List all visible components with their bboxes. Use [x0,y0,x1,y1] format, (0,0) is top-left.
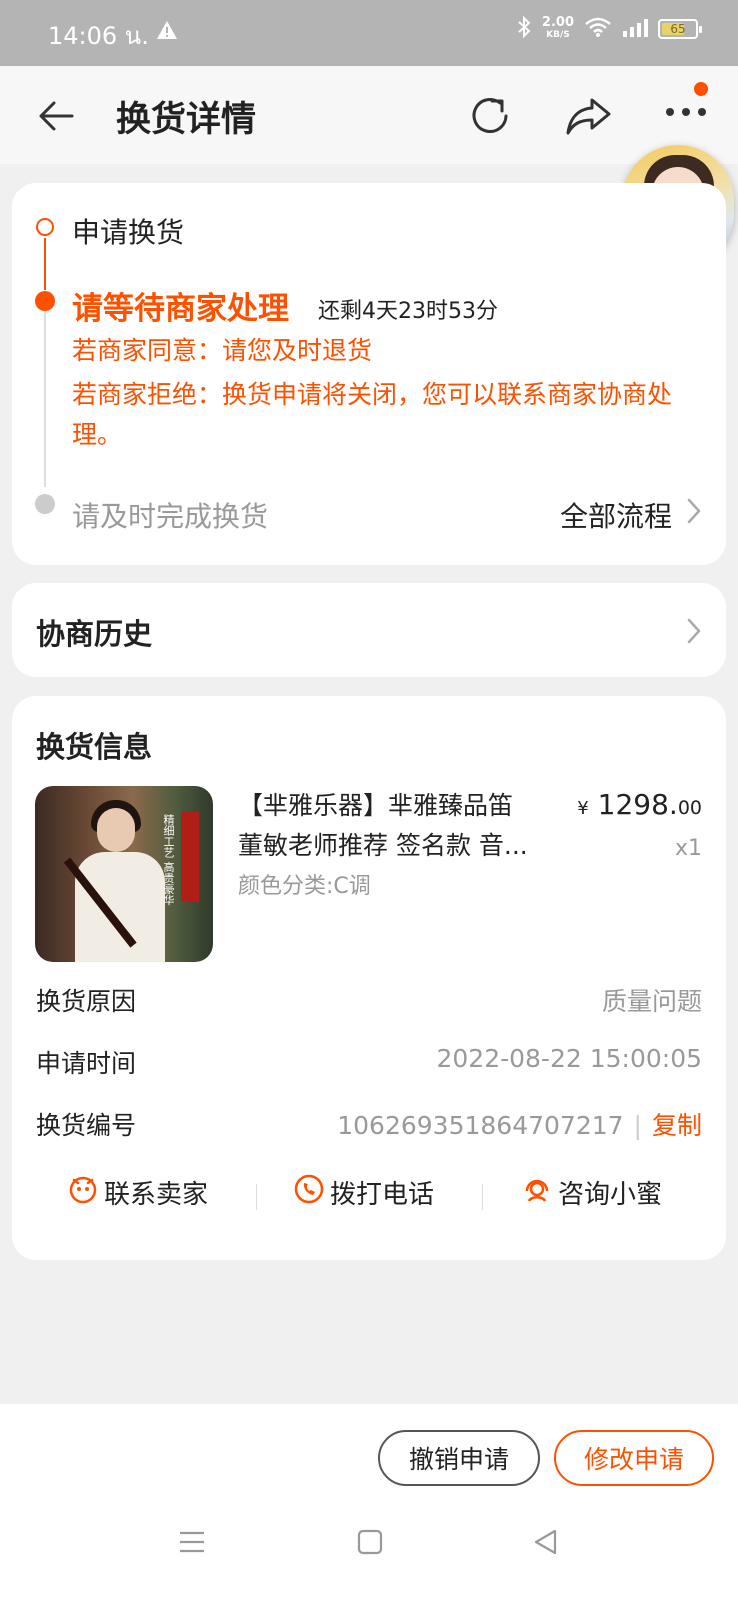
timeline-line [44,238,46,290]
history-label: 协商历史 [36,617,153,651]
current-step-dot-icon [35,291,55,311]
signal-icon [622,17,648,41]
step1-label: 申请换货 [72,216,185,249]
home-square-icon[interactable] [356,1528,384,1560]
system-nav-bar [0,1504,738,1600]
id-label: 换货编号 [36,1111,137,1140]
id-value: 106269351864707217 [337,1111,624,1140]
chevron-right-icon[interactable] [686,497,702,529]
copy-button[interactable]: 复制 [652,1111,702,1140]
note-reject: 若商家拒绝：换货申请将关闭，您可以联系商家协商处理。 [72,380,673,449]
product-title-line1: 【芈雅乐器】芈雅臻品笛 [238,791,514,820]
chevron-right-icon[interactable] [686,617,702,649]
refresh-icon[interactable] [466,92,514,144]
divider [482,1184,483,1210]
reason-value: 质量问题 [601,987,702,1016]
status-right: 2.00 KB/S 65 [516,15,702,42]
page-title: 换货详情 [116,100,257,140]
modify-request-button[interactable]: 修改申请 [554,1430,714,1486]
product-sku: 颜色分类:C调 [238,874,371,899]
id-value-group: 106269351864707217 | 复制 [337,1111,702,1140]
note-agree: 若商家同意：请您及时退货 [72,336,373,365]
page-header: 换货详情 [0,66,738,164]
product-price: ¥ 1298.00 [577,788,702,821]
product-image-caption: 精细工艺 高贵豪华 [162,814,175,906]
product-title[interactable]: 【芈雅乐器】芈雅臻品笛 董敏老师推荐 签名款 音... [238,786,568,866]
progress-card: 申请换货 请等待商家处理 还剩4天23时53分 若商家同意：请您及时退货 若商家… [12,183,726,565]
step3-dot-icon [35,494,55,514]
step3-label: 请及时完成换货 [72,500,269,533]
id-row: 换货编号 106269351864707217 | 复制 [36,1106,702,1146]
contact-seller-button[interactable]: 联系卖家 [68,1174,208,1211]
reason-label: 换货原因 [36,987,137,1016]
status-bar: 14:06 น. 2.00 KB/S 65 [0,0,738,66]
ask-xiaomi-button[interactable]: 咨询小蜜 [522,1174,662,1211]
menu-icon[interactable] [178,1528,206,1560]
exchange-info-card: 换货信息 精细工艺 高贵豪华 【芈雅乐器】芈雅臻品笛 董敏老师推荐 签名款 音.… [12,696,726,1260]
phone-icon [294,1174,324,1211]
divider [256,1184,257,1210]
product-title-line2: 董敏老师推荐 签名款 音... [238,831,528,860]
exchange-info-label: 换货信息 [36,730,153,764]
more-icon[interactable] [664,102,708,126]
share-icon[interactable] [564,92,614,144]
customer-service-icon [522,1174,552,1211]
product-image[interactable]: 精细工艺 高贵豪华 [35,786,213,962]
product-quantity: x1 [674,836,702,861]
cancel-request-button[interactable]: 撤销申请 [378,1430,540,1486]
all-flow-link[interactable]: 全部流程 [560,495,672,535]
net-speed: 2.00 KB/S [541,15,574,40]
back-arrow-icon[interactable] [36,96,76,140]
wifi-icon [584,16,612,42]
current-step-title: 请等待商家处理 [72,291,289,327]
reason-row: 换货原因 质量问题 [36,982,702,1022]
notification-dot [694,82,708,96]
negotiation-history-row[interactable]: 协商历史 [12,583,726,677]
step1-ring-icon [36,218,54,236]
bluetooth-icon [516,15,532,42]
status-time: 14:06 น. [48,22,149,50]
warning-icon [156,20,178,44]
time-label: 申请时间 [36,1049,137,1078]
bottom-bar: 撤销申请 修改申请 [0,1404,738,1600]
remaining-time: 还剩4天23时53分 [318,299,498,324]
time-row: 申请时间 2022-08-22 15:00:05 [36,1044,702,1084]
action-bar: 联系卖家 拨打电话 咨询小蜜 [12,1174,726,1220]
time-value: 2022-08-22 15:00:05 [436,1044,702,1073]
timeline-line-gray [44,311,46,487]
back-triangle-icon[interactable] [532,1528,560,1560]
battery-icon: 65 [658,19,702,39]
chat-face-icon [68,1174,98,1211]
call-button[interactable]: 拨打电话 [294,1174,434,1211]
